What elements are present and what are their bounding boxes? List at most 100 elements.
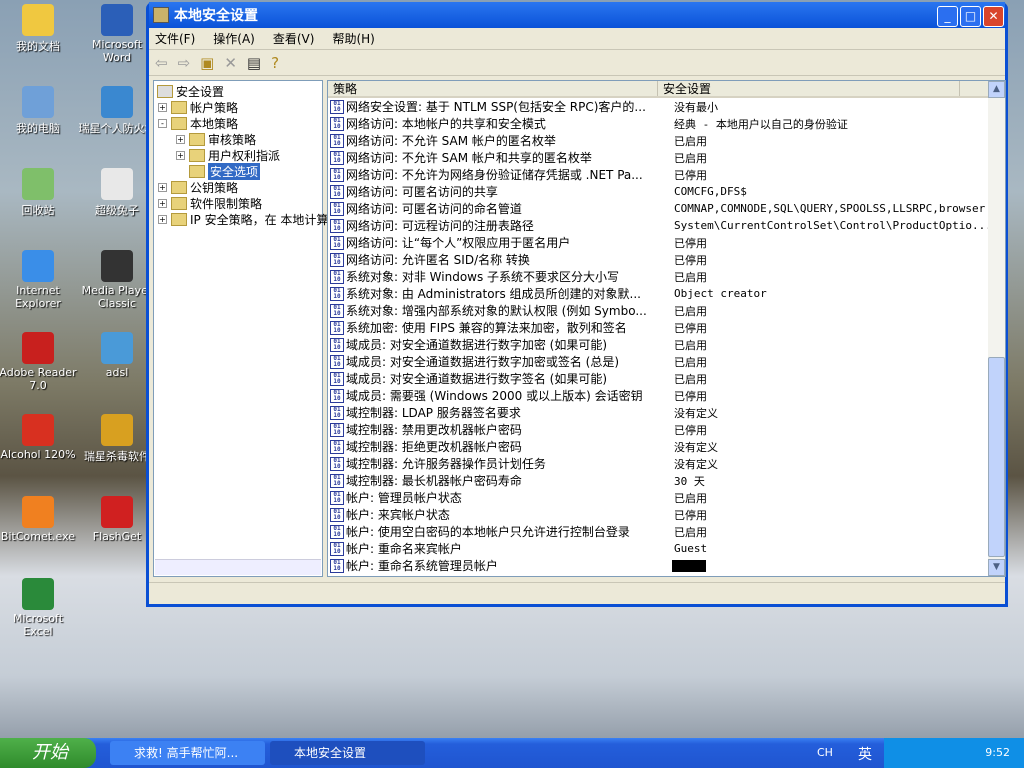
desktop-icon[interactable]: 瑞星个人防火墙 [77, 86, 157, 136]
menu-item[interactable]: 查看(V) [273, 30, 315, 47]
start-button[interactable]: 开始 [0, 738, 96, 768]
policy-row[interactable]: 01 10 帐户: 重命名来宾帐户 Guest [328, 540, 1005, 557]
menu-item[interactable]: 帮助(H) [332, 30, 374, 47]
expand-toggle-icon[interactable]: + [158, 198, 167, 208]
desktop-icon-label: BitComet.exe [0, 530, 76, 543]
policy-row[interactable]: 01 10 域成员: 需要强 (Windows 2000 或以上版本) 会话密钥 已停… [328, 387, 1005, 404]
desktop-icon[interactable]: Internet Explorer [0, 250, 78, 310]
policy-row[interactable]: 01 10 系统对象: 由 Administrators 组成员所创建的对象默...… [328, 285, 1005, 302]
tree-node[interactable]: 安全选项 [176, 162, 261, 180]
policy-row[interactable]: 01 10 域成员: 对安全通道数据进行数字加密 (如果可能) 已启用 [328, 336, 1005, 353]
policy-row[interactable]: 01 10 网络访问: 不允许 SAM 帐户的匿名枚举 已启用 [328, 132, 1005, 149]
back-icon[interactable]: ⇦ [155, 54, 168, 72]
policy-row[interactable]: 01 10 网络访问: 本地帐户的共享和安全模式 经典 - 本地用户以自己的身份验证 [328, 115, 1005, 132]
expand-toggle-icon[interactable]: + [176, 150, 185, 160]
policy-row[interactable]: 01 10 域成员: 对安全通道数据进行数字加密或签名 (总是) 已启用 [328, 353, 1005, 370]
policy-icon: 01 10 [330, 388, 344, 403]
policy-row[interactable]: 01 10 域控制器: 最长机器帐户密码寿命 30 天 [328, 472, 1005, 489]
scroll-thumb[interactable] [988, 357, 1005, 557]
folder-icon [189, 132, 205, 146]
clock[interactable]: 9:52 [985, 738, 1010, 768]
desktop-icon[interactable]: 瑞星杀毒软件 [77, 414, 157, 464]
tree-node[interactable]: + 帐户策略 [158, 99, 238, 115]
expand-toggle-icon[interactable]: - [158, 118, 167, 128]
taskbar-item-security[interactable]: 本地安全设置 [270, 741, 425, 765]
export-list-icon[interactable]: ▤ [247, 54, 261, 72]
desktop-icon[interactable]: BitComet.exe [0, 496, 78, 543]
delete-icon[interactable]: ✕ [224, 54, 237, 72]
menu-item[interactable]: 文件(F) [155, 30, 195, 47]
app-icon [22, 4, 54, 36]
tree-node[interactable]: - 本地策略 [158, 115, 238, 131]
policy-name: 网络访问: 不允许 SAM 帐户和共享的匿名枚举 [346, 151, 592, 165]
desktop-icon[interactable]: Microsoft Word [77, 4, 157, 64]
desktop-icon[interactable]: 超级兔子 [77, 168, 157, 218]
horizontal-scrollbar[interactable] [155, 559, 321, 575]
tree-node[interactable]: + 审核策略 [176, 131, 256, 147]
policy-row[interactable]: 01 10 网络访问: 允许匿名 SID/名称 转换 已停用 [328, 251, 1005, 268]
policy-row[interactable]: 01 10 帐户: 管理员帐户状态 已启用 [328, 489, 1005, 506]
maximize-button[interactable]: □ [960, 6, 981, 27]
policy-icon: 01 10 [330, 405, 344, 420]
desktop-icon[interactable]: 我的文档 [0, 4, 78, 54]
expand-toggle-icon[interactable]: + [158, 102, 167, 112]
policy-row[interactable]: 01 10 网络访问: 可远程访问的注册表路径 System\CurrentContr… [328, 217, 1005, 234]
minimize-button[interactable]: _ [937, 6, 958, 27]
app-icon [22, 332, 54, 364]
policy-icon: 01 10 [330, 473, 344, 488]
tree-node[interactable]: + 公钥策略 [158, 179, 238, 195]
close-button[interactable]: ✕ [983, 6, 1004, 27]
column-header-policy[interactable]: 策略 [328, 81, 658, 96]
policy-row[interactable]: 01 10 帐户: 重命名系统管理员帐户 [328, 557, 1005, 574]
app-icon [101, 414, 133, 446]
policy-row[interactable]: 01 10 域控制器: 拒绝更改机器帐户密码 没有定义 [328, 438, 1005, 455]
policy-icon: 01 10 [330, 269, 344, 284]
expand-toggle-icon[interactable]: + [176, 134, 185, 144]
tree-node[interactable]: + IP 安全策略，在 本地计算机 [158, 211, 340, 227]
policy-row[interactable]: 01 10 域控制器: LDAP 服务器签名要求 没有定义 [328, 404, 1005, 421]
ime-indicator[interactable]: 英 [858, 744, 872, 764]
desktop-icon[interactable]: Alcohol 120% [0, 414, 78, 461]
taskbar-item-browser[interactable]: 求救! 高手帮忙阿... [110, 741, 265, 765]
policy-row[interactable]: 01 10 帐户: 使用空白密码的本地帐户只允许进行控制台登录 已启用 [328, 523, 1005, 540]
desktop-icon[interactable]: 我的电脑 [0, 86, 78, 136]
policy-row[interactable]: 01 10 域控制器: 允许服务器操作员计划任务 没有定义 [328, 455, 1005, 472]
scroll-down-icon[interactable]: ▼ [988, 559, 1005, 576]
title-bar[interactable]: 本地安全设置 [149, 2, 1005, 28]
desktop-icon[interactable]: Adobe Reader 7.0 [0, 332, 78, 392]
policy-row[interactable]: 01 10 帐户: 来宾帐户状态 已停用 [328, 506, 1005, 523]
column-header-setting[interactable]: 安全设置 [658, 81, 960, 96]
desktop-icon[interactable]: 回收站 [0, 168, 78, 218]
tree-node[interactable]: + 软件限制策略 [158, 195, 262, 211]
language-indicator[interactable]: CH [817, 746, 833, 759]
expand-toggle-icon[interactable]: + [158, 214, 167, 224]
forward-icon[interactable]: ⇨ [178, 54, 191, 72]
vertical-scrollbar[interactable]: ▲ ▼ [988, 81, 1005, 576]
policy-row[interactable]: 01 10 网络访问: 让“每个人”权限应用于匿名用户 已停用 [328, 234, 1005, 251]
policy-row[interactable]: 01 10 网络访问: 可匿名访问的命名管道 COMNAP,COMNODE,SQL\Q… [328, 200, 1005, 217]
app-icon [101, 496, 133, 528]
menu-item[interactable]: 操作(A) [213, 30, 255, 47]
policy-row[interactable]: 01 10 网络安全设置: 基于 NTLM SSP(包括安全 RPC)客户的... 没… [328, 98, 1005, 115]
policy-row[interactable]: 01 10 系统对象: 对非 Windows 子系统不要求区分大小写 已启用 [328, 268, 1005, 285]
policy-row[interactable]: 01 10 系统加密: 使用 FIPS 兼容的算法来加密，散列和签名 已停用 [328, 319, 1005, 336]
scroll-up-icon[interactable]: ▲ [988, 81, 1005, 98]
help-icon[interactable]: ? [271, 54, 279, 72]
policy-row[interactable]: 01 10 网络访问: 可匿名访问的共享 COMCFG,DFS$ [328, 183, 1005, 200]
app-icon [22, 250, 54, 282]
desktop-icon[interactable]: adsl [77, 332, 157, 379]
menu-bar: 文件(F) 操作(A) 查看(V) 帮助(H) [149, 28, 1005, 50]
expand-toggle-icon[interactable]: + [158, 182, 167, 192]
desktop-icon[interactable]: FlashGet [77, 496, 157, 543]
policy-name: 帐户: 来宾帐户状态 [346, 508, 450, 522]
policy-row[interactable]: 01 10 网络访问: 不允许 SAM 帐户和共享的匿名枚举 已启用 [328, 149, 1005, 166]
tree-root[interactable]: 安全设置 [157, 83, 224, 99]
policy-row[interactable]: 01 10 域成员: 对安全通道数据进行数字签名 (如果可能) 已启用 [328, 370, 1005, 387]
up-folder-icon[interactable]: ▣ [200, 54, 214, 72]
desktop-icon[interactable]: Media Player Classic [77, 250, 157, 310]
policy-row[interactable]: 01 10 网络访问: 不允许为网络身份验证储存凭据或 .NET Pa... 已停用 [328, 166, 1005, 183]
tree-node[interactable]: + 用户权利指派 [176, 147, 280, 163]
policy-row[interactable]: 01 10 域控制器: 禁用更改机器帐户密码 已停用 [328, 421, 1005, 438]
desktop-icon[interactable]: Microsoft Excel [0, 578, 78, 638]
policy-row[interactable]: 01 10 系统对象: 增强内部系统对象的默认权限 (例如 Symbo... 已启用 [328, 302, 1005, 319]
